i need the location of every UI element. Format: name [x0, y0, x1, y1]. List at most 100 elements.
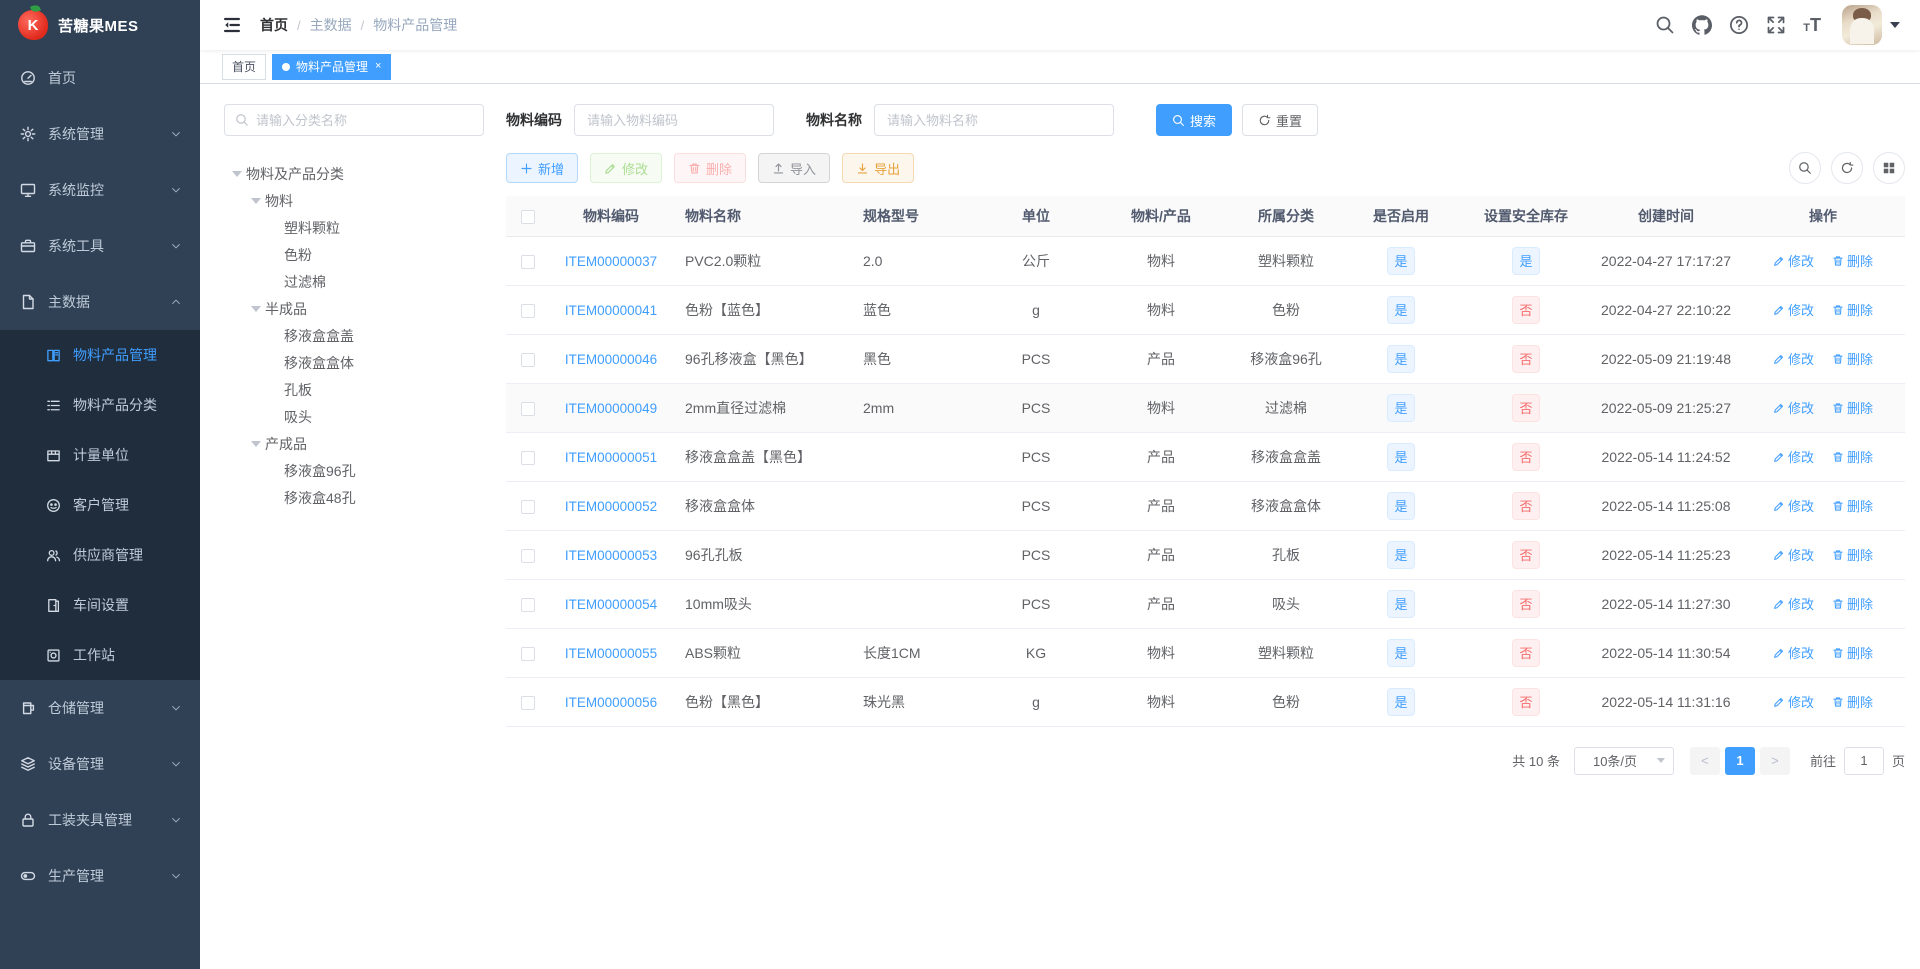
sidebar-collapse-icon[interactable] [222, 15, 242, 35]
page-size-select[interactable]: 10条/页 [1573, 746, 1674, 775]
sidebar-subitem-supplier-management[interactable]: 供应商管理 [0, 530, 200, 580]
search-button[interactable]: 搜索 [1156, 104, 1233, 136]
row-checkbox[interactable] [520, 548, 535, 563]
material-code-link[interactable]: ITEM00000041 [565, 303, 657, 318]
close-icon[interactable]: × [375, 61, 381, 72]
breadcrumb-item[interactable]: 主数据 [310, 15, 352, 35]
search-icon[interactable] [1655, 15, 1675, 35]
sidebar-item-production-management[interactable]: 生产管理 [0, 848, 200, 904]
edit-button[interactable]: 修改 [590, 153, 663, 183]
font-size-icon[interactable]: TT [1803, 15, 1821, 36]
material-code-link[interactable]: ITEM00000052 [565, 499, 657, 514]
page-number-button[interactable]: 1 [1724, 746, 1755, 775]
row-delete-button[interactable]: 删除 [1832, 447, 1873, 466]
sidebar-item-system-monitor[interactable]: 系统监控 [0, 162, 200, 218]
import-button[interactable]: 导入 [758, 153, 831, 183]
row-edit-button[interactable]: 修改 [1773, 692, 1814, 711]
row-edit-button[interactable]: 修改 [1773, 496, 1814, 515]
avatar[interactable] [1842, 5, 1882, 45]
tab-首页[interactable]: 首页 [222, 53, 267, 80]
material-code-link[interactable]: ITEM00000046 [565, 352, 657, 367]
row-checkbox[interactable] [520, 401, 535, 416]
tab-物料产品管理[interactable]: 物料产品管理 × [272, 53, 392, 80]
row-edit-button[interactable]: 修改 [1773, 643, 1814, 662]
select-all-checkbox[interactable] [520, 209, 535, 224]
sidebar-item-master-data[interactable]: 主数据 [0, 274, 200, 330]
row-checkbox[interactable] [520, 352, 535, 367]
row-delete-button[interactable]: 删除 [1832, 643, 1873, 662]
sidebar-subitem-material-product-category[interactable]: 物料产品分类 [0, 380, 200, 430]
row-checkbox[interactable] [520, 499, 535, 514]
row-edit-button[interactable]: 修改 [1773, 398, 1814, 417]
sidebar-subitem-measure-unit[interactable]: 计量单位 [0, 430, 200, 480]
tree-node[interactable]: 塑料颗粒 [224, 214, 484, 241]
breadcrumb-item[interactable]: 首页 [260, 15, 288, 35]
row-edit-button[interactable]: 修改 [1773, 545, 1814, 564]
export-button[interactable]: 导出 [842, 153, 915, 183]
sidebar-item-tooling-fixture-management[interactable]: 工装夹具管理 [0, 792, 200, 848]
goto-page-input[interactable] [1843, 746, 1884, 775]
row-delete-button[interactable]: 删除 [1832, 398, 1873, 417]
row-delete-button[interactable]: 删除 [1832, 251, 1873, 270]
row-delete-button[interactable]: 删除 [1832, 300, 1873, 319]
row-delete-button[interactable]: 删除 [1832, 349, 1873, 368]
tree-node[interactable]: 移液盒盒体 [224, 349, 484, 376]
row-edit-button[interactable]: 修改 [1773, 251, 1814, 270]
material-code-link[interactable]: ITEM00000054 [565, 597, 657, 612]
material-code-link[interactable]: ITEM00000051 [565, 450, 657, 465]
row-edit-button[interactable]: 修改 [1773, 300, 1814, 319]
material-code-link[interactable]: ITEM00000049 [565, 401, 657, 416]
sidebar-subitem-material-product-management[interactable]: 物料产品管理 [0, 330, 200, 380]
github-icon[interactable] [1692, 15, 1713, 35]
material-code-link[interactable]: ITEM00000056 [565, 695, 657, 710]
material-name-input[interactable] [874, 104, 1114, 136]
tree-node[interactable]: 过滤棉 [224, 268, 484, 295]
search-button[interactable] [1789, 152, 1821, 184]
sidebar-subitem-customer-management[interactable]: 客户管理 [0, 480, 200, 530]
row-checkbox[interactable] [520, 303, 535, 318]
columns-grid-button[interactable] [1873, 152, 1905, 184]
delete-button[interactable]: 删除 [674, 153, 747, 183]
sidebar-item-home[interactable]: 首页 [0, 50, 200, 106]
row-edit-button[interactable]: 修改 [1773, 447, 1814, 466]
app-logo[interactable]: K 苦糖果MES [0, 0, 200, 50]
fullscreen-icon[interactable] [1766, 15, 1786, 35]
row-delete-button[interactable]: 删除 [1832, 692, 1873, 711]
tree-node[interactable]: 色粉 [224, 241, 484, 268]
add-button[interactable]: 新增 [506, 153, 579, 183]
tree-node[interactable]: 产成品 [224, 430, 484, 457]
category-search-input[interactable] [256, 112, 473, 128]
row-checkbox[interactable] [520, 597, 535, 612]
tree-node[interactable]: 物料及产品分类 [224, 160, 484, 187]
sidebar-item-system-management[interactable]: 系统管理 [0, 106, 200, 162]
row-delete-button[interactable]: 删除 [1832, 545, 1873, 564]
sidebar-item-system-tools[interactable]: 系统工具 [0, 218, 200, 274]
row-checkbox[interactable] [520, 450, 535, 465]
row-delete-button[interactable]: 删除 [1832, 496, 1873, 515]
row-delete-button[interactable]: 删除 [1832, 594, 1873, 613]
prev-page-button[interactable]: < [1689, 746, 1720, 775]
reset-button[interactable]: 重置 [1242, 104, 1319, 136]
material-code-link[interactable]: ITEM00000053 [565, 548, 657, 563]
row-edit-button[interactable]: 修改 [1773, 349, 1814, 368]
material-code-link[interactable]: ITEM00000037 [565, 254, 657, 269]
material-code-input[interactable] [574, 104, 774, 136]
row-checkbox[interactable] [520, 695, 535, 710]
refresh-button[interactable] [1831, 152, 1863, 184]
row-edit-button[interactable]: 修改 [1773, 594, 1814, 613]
sidebar-subitem-workshop-settings[interactable]: 车间设置 [0, 580, 200, 630]
tree-node[interactable]: 孔板 [224, 376, 484, 403]
row-checkbox[interactable] [520, 646, 535, 661]
tree-node[interactable]: 半成品 [224, 295, 484, 322]
sidebar-subitem-workstation[interactable]: 工作站 [0, 630, 200, 680]
tree-node[interactable]: 移液盒96孔 [224, 457, 484, 484]
material-code-link[interactable]: ITEM00000055 [565, 646, 657, 661]
sidebar-item-warehouse-management[interactable]: 仓储管理 [0, 680, 200, 736]
tree-node[interactable]: 移液盒48孔 [224, 484, 484, 511]
tree-node[interactable]: 吸头 [224, 403, 484, 430]
tree-node[interactable]: 移液盒盒盖 [224, 322, 484, 349]
sidebar-item-equipment-management[interactable]: 设备管理 [0, 736, 200, 792]
user-menu[interactable] [1842, 5, 1900, 45]
question-circle-icon[interactable] [1729, 15, 1749, 35]
row-checkbox[interactable] [520, 254, 535, 269]
